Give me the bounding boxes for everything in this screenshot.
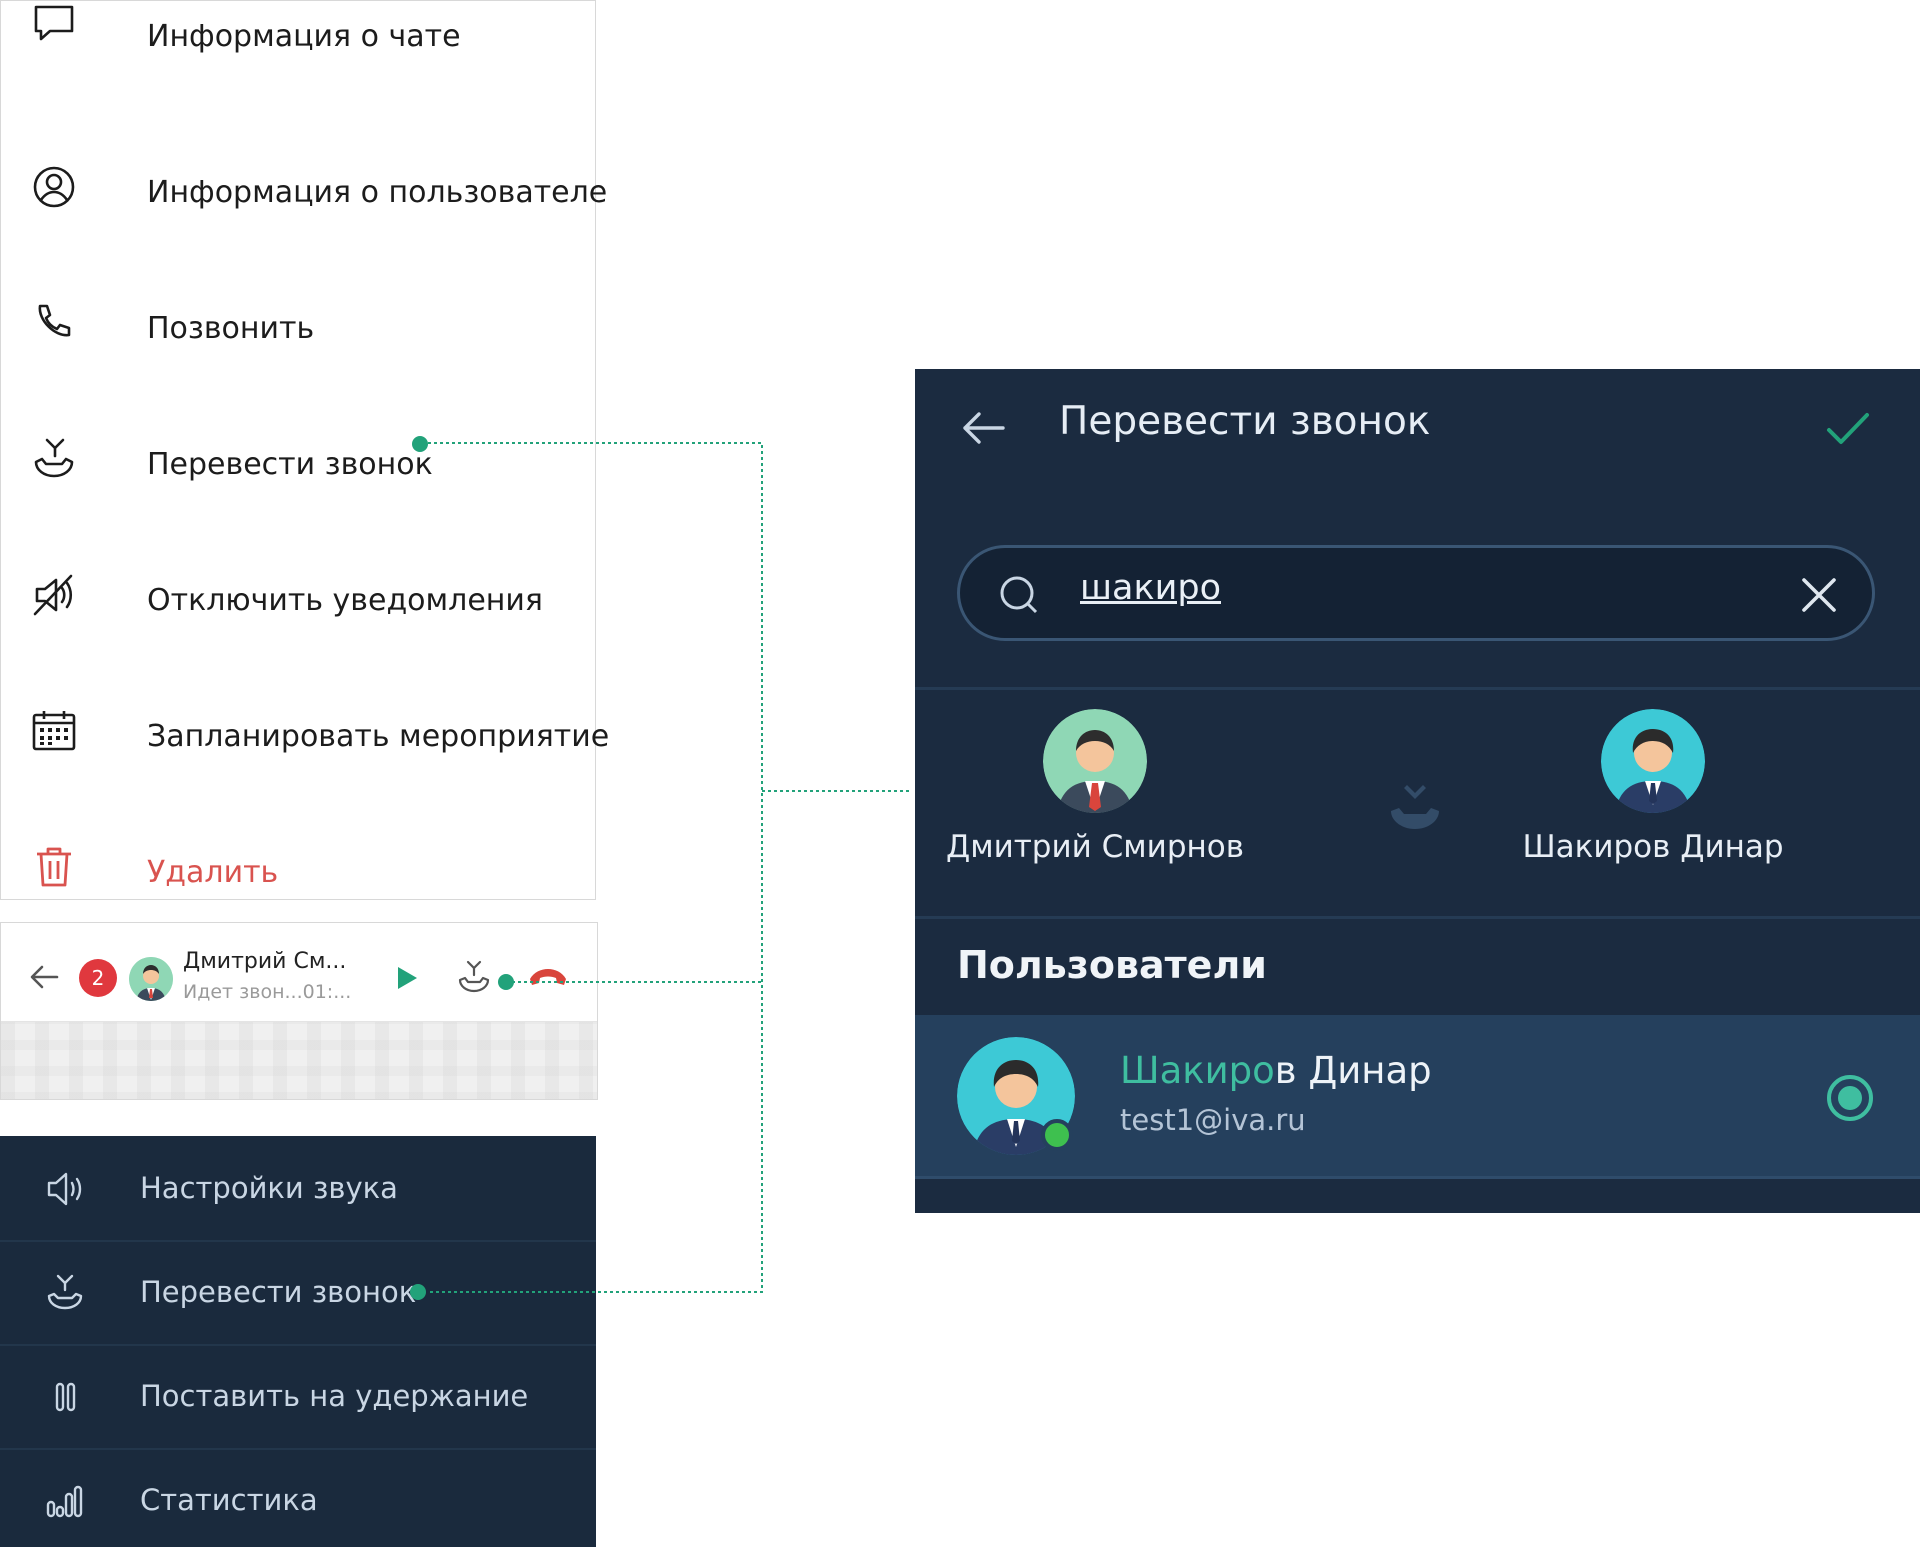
transfer-from-party: Дмитрий Смирнов xyxy=(915,709,1275,865)
chat-context-menu: Информация о чате Информация о пользоват… xyxy=(0,0,609,900)
menu-item-delete[interactable]: Удалить xyxy=(1,817,597,927)
call-transfer-icon xyxy=(44,1272,86,1314)
in-call-menu: Настройки звука Перевести звонок Постави… xyxy=(0,1136,596,1547)
user-result-row[interactable]: Шакиров Динар test1@iva.ru xyxy=(915,1015,1920,1179)
play-icon[interactable] xyxy=(391,963,421,993)
menu-item-label: Информация о пользователе xyxy=(147,175,608,210)
search-icon xyxy=(1000,576,1038,614)
menu-item-label: Отключить уведомления xyxy=(147,583,543,618)
menu-item-user-info[interactable]: Информация о пользователе xyxy=(1,137,607,247)
call-transfer-icon xyxy=(1391,785,1439,829)
menu-item-chat-info[interactable]: Информация о чате xyxy=(1,1,597,111)
divider xyxy=(915,916,1920,919)
avatar xyxy=(129,957,173,1001)
menu-item-hold[interactable]: Поставить на удержание xyxy=(0,1344,596,1450)
user-circle-icon xyxy=(31,164,77,210)
transfer-to-party: Шакиров Динар xyxy=(1473,709,1833,865)
user-email: test1@iva.ru xyxy=(1120,1103,1306,1137)
menu-item-mute-notifications[interactable]: Отключить уведомления xyxy=(1,545,597,655)
menu-item-label: Информация о чате xyxy=(147,19,461,54)
chat-background-pattern xyxy=(1,1021,597,1099)
menu-item-label: Настройки звука xyxy=(140,1171,398,1205)
transfer-call-dialog: Перевести звонок шакиро Дмитрий Смирнов … xyxy=(915,369,1920,1213)
connector-dot xyxy=(410,1284,426,1300)
menu-item-transfer-call[interactable]: Перевести звонок xyxy=(0,1240,596,1346)
call-transfer-icon[interactable] xyxy=(456,959,492,995)
connector-dot xyxy=(498,974,514,990)
menu-item-label: Позвонить xyxy=(147,311,315,346)
confirm-check-icon[interactable] xyxy=(1823,403,1873,453)
call-transfer-icon xyxy=(31,436,77,482)
menu-item-label: Поставить на удержание xyxy=(140,1379,529,1413)
avatar xyxy=(1601,709,1705,813)
menu-item-transfer-call[interactable]: Перевести звонок xyxy=(1,409,597,519)
menu-item-statistics[interactable]: Статистика xyxy=(0,1448,596,1552)
back-arrow-icon[interactable] xyxy=(27,959,63,995)
menu-item-label: Статистика xyxy=(140,1483,318,1517)
active-call-bar: 2 Дмитрий См... Идет звон...01:... xyxy=(0,922,598,1100)
menu-item-label: Запланировать мероприятие xyxy=(147,719,610,754)
user-name: Шакиров Динар xyxy=(1120,1049,1432,1092)
user-name-rest: в Динар xyxy=(1274,1049,1432,1092)
to-party-name: Шакиров Динар xyxy=(1522,829,1784,865)
back-arrow-icon[interactable] xyxy=(959,403,1009,453)
radio-selected-icon[interactable] xyxy=(1825,1073,1875,1123)
calendar-icon xyxy=(31,708,77,754)
dialog-title: Перевести звонок xyxy=(1059,399,1431,444)
menu-item-sound-settings[interactable]: Настройки звука xyxy=(0,1136,596,1242)
call-status: Идет звон...01:... xyxy=(183,981,352,1003)
chat-bubble-icon xyxy=(31,1,77,47)
caller-name: Дмитрий См... xyxy=(183,949,347,974)
pause-icon xyxy=(44,1376,86,1418)
bar-chart-icon xyxy=(44,1480,86,1522)
clear-icon[interactable] xyxy=(1798,574,1840,616)
mute-icon xyxy=(31,572,77,618)
menu-item-call[interactable]: Позвонить xyxy=(1,273,597,383)
online-status-indicator xyxy=(1041,1119,1073,1151)
hang-up-icon[interactable] xyxy=(528,965,568,989)
avatar xyxy=(1043,709,1147,813)
section-title: Пользователи xyxy=(957,943,1267,987)
search-input[interactable]: шакиро xyxy=(1080,568,1221,608)
search-field[interactable]: шакиро xyxy=(957,545,1875,641)
menu-item-label: Перевести звонок xyxy=(140,1275,417,1309)
from-party-name: Дмитрий Смирнов xyxy=(946,829,1244,865)
divider xyxy=(915,687,1920,690)
unread-badge: 2 xyxy=(79,959,117,997)
connector-dot xyxy=(412,436,428,452)
speaker-icon xyxy=(44,1168,86,1210)
menu-item-label: Перевести звонок xyxy=(147,447,433,482)
menu-item-label: Удалить xyxy=(147,855,279,890)
trash-icon xyxy=(31,844,77,890)
phone-icon xyxy=(31,300,77,346)
search-match-highlight: Шакиро xyxy=(1120,1049,1275,1092)
menu-item-schedule-event[interactable]: Запланировать мероприятие xyxy=(1,681,609,791)
